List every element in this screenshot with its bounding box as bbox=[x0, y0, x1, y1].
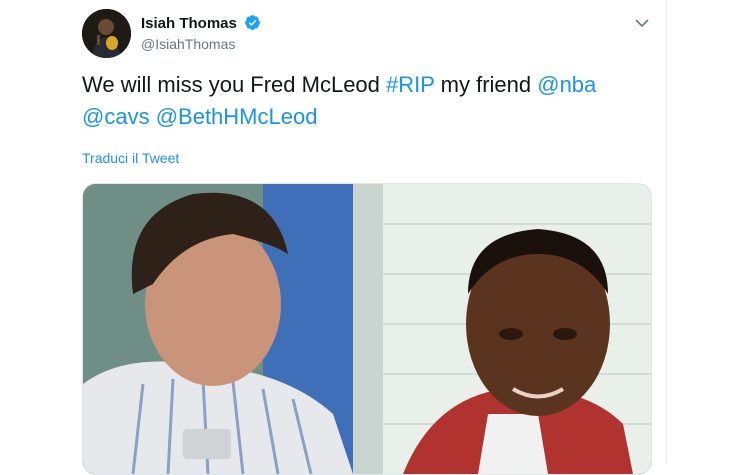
author-name[interactable]: Isiah Thomas bbox=[141, 14, 261, 32]
tweet-media-photo[interactable] bbox=[82, 183, 652, 475]
tweet-text-part2: my friend bbox=[434, 72, 538, 97]
translate-tweet-link[interactable]: Traduci il Tweet bbox=[82, 150, 179, 166]
tweet-text: We will miss you Fred McLeod #RIP my fri… bbox=[82, 69, 642, 133]
mention-link-nba[interactable]: @nba bbox=[537, 72, 596, 97]
author-handle[interactable]: @IsiahThomas bbox=[141, 36, 235, 52]
mention-link-bethhmcleod[interactable]: @BethHMcLeod bbox=[156, 104, 318, 129]
hashtag-link[interactable]: #RIP bbox=[386, 72, 435, 97]
verified-badge-icon bbox=[245, 15, 260, 30]
tweet-card: Isiah Thomas @IsiahThomas We will miss y… bbox=[0, 0, 667, 475]
author-name-text[interactable]: Isiah Thomas bbox=[141, 15, 237, 32]
tweet-text-part1: We will miss you Fred McLeod bbox=[82, 72, 387, 97]
chevron-down-icon[interactable] bbox=[631, 12, 653, 34]
mention-link-cavs[interactable]: @cavs bbox=[82, 104, 150, 129]
author-avatar[interactable] bbox=[82, 9, 131, 58]
